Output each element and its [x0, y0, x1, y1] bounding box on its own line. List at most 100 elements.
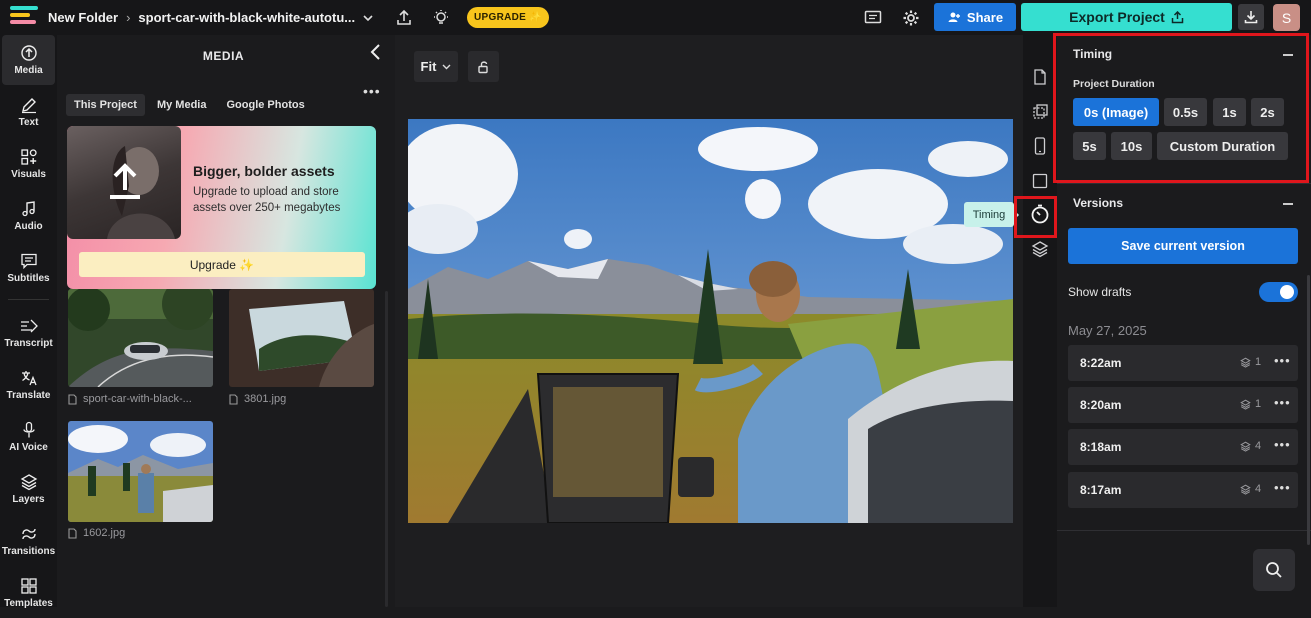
page-icon[interactable]: [1030, 67, 1050, 87]
avatar[interactable]: S: [1273, 4, 1300, 31]
version-more-icon[interactable]: •••: [1274, 395, 1291, 410]
breadcrumb: New Folder › sport-car-with-black-white-…: [48, 10, 373, 25]
right-icon-strip: [1023, 35, 1057, 607]
unlock-button[interactable]: [468, 51, 499, 82]
phone-icon[interactable]: [1030, 136, 1050, 156]
chevron-right-icon: ›: [126, 10, 131, 25]
nav-item-visuals[interactable]: Visuals: [0, 139, 57, 189]
show-drafts-label: Show drafts: [1068, 285, 1132, 299]
nav-item-audio[interactable]: Audio: [0, 191, 57, 241]
promo-image: [67, 126, 181, 239]
highlight-timing-section: [1053, 33, 1309, 183]
download-button[interactable]: [1238, 4, 1264, 30]
layers-icon[interactable]: [1030, 239, 1050, 259]
version-more-icon[interactable]: •••: [1274, 480, 1291, 495]
share-button[interactable]: Share: [934, 3, 1016, 31]
upload-arrow-icon: [110, 163, 140, 199]
logo-icon[interactable]: [10, 6, 38, 28]
collapse-versions-icon[interactable]: [1283, 203, 1293, 205]
chevron-left-icon[interactable]: [368, 43, 384, 61]
media-file-label: 1602.jpg: [68, 527, 125, 539]
gear-icon[interactable]: [900, 7, 922, 29]
nav-label-transitions: Transitions: [1, 546, 56, 557]
search-icon: [1266, 562, 1282, 578]
nav-item-text[interactable]: Text: [0, 87, 57, 137]
version-date: May 27, 2025: [1068, 323, 1147, 338]
search-button[interactable]: [1253, 549, 1295, 591]
file-icon: [68, 393, 77, 405]
download-icon: [1244, 11, 1258, 24]
version-row[interactable]: 8:20am 1 •••: [1068, 387, 1298, 423]
version-time: 8:22am: [1080, 356, 1122, 370]
file-icon: [68, 527, 77, 539]
nav-label-ai-voice: AI Voice: [9, 442, 48, 453]
breadcrumb-folder[interactable]: New Folder: [48, 10, 118, 25]
layers-icon: [1240, 399, 1251, 410]
canvas-image[interactable]: [408, 119, 1013, 523]
chevron-down-icon[interactable]: [363, 14, 373, 22]
versions-title: Versions: [1073, 196, 1124, 210]
media-scrollbar[interactable]: [385, 291, 388, 607]
comment-icon[interactable]: [862, 7, 884, 29]
version-row[interactable]: 8:18am 4 •••: [1068, 429, 1298, 465]
share-label: Share: [966, 9, 1004, 25]
tab-this-project[interactable]: This Project: [66, 94, 145, 116]
layers-icon: [1240, 484, 1251, 495]
media-thumb-3801[interactable]: [229, 289, 374, 387]
upgrade-promo-card: Bigger, bolder assets Upgrade to upload …: [67, 126, 376, 289]
canvas-area: Fit: [395, 35, 1023, 607]
tab-google-photos[interactable]: Google Photos: [218, 94, 312, 116]
bulb-icon[interactable]: [430, 7, 452, 29]
media-panel: MEDIA ••• This Project My Media Google P…: [57, 35, 390, 607]
nav-item-subtitles[interactable]: Subtitles: [0, 243, 57, 293]
nav-label-layers: Layers: [12, 494, 45, 505]
panel-scrollbar[interactable]: [1307, 275, 1310, 545]
media-thumb-car[interactable]: [68, 289, 213, 387]
tab-my-media[interactable]: My Media: [149, 94, 215, 116]
show-drafts-toggle[interactable]: [1259, 282, 1298, 302]
export-project-button[interactable]: Export Project: [1021, 3, 1232, 31]
nav-item-templates[interactable]: Templates: [0, 568, 57, 618]
export-label: Export Project: [1069, 9, 1165, 25]
upload-cloud-icon: [20, 45, 37, 61]
resize-icon[interactable]: [1030, 102, 1050, 122]
nav-item-translate[interactable]: Translate: [0, 360, 57, 410]
version-layer-count: 1: [1240, 356, 1261, 368]
panel-divider: [1057, 530, 1311, 531]
media-title: MEDIA: [202, 49, 245, 63]
version-layer-count: 4: [1240, 440, 1261, 452]
timing-tooltip: Timing: [964, 202, 1014, 227]
nav-item-transcript[interactable]: Transcript: [0, 308, 57, 358]
fit-zoom-dropdown[interactable]: Fit: [414, 51, 458, 82]
promo-upgrade-button[interactable]: Upgrade ✨: [79, 252, 365, 277]
highlight-timing-icon: [1014, 196, 1057, 238]
version-more-icon[interactable]: •••: [1274, 437, 1291, 452]
version-more-icon[interactable]: •••: [1274, 353, 1291, 368]
nav-item-ai-voice[interactable]: AI Voice: [0, 412, 57, 462]
project-name[interactable]: sport-car-with-black-white-autotu...: [138, 10, 355, 25]
more-options-icon[interactable]: •••: [363, 83, 381, 99]
nav-item-layers[interactable]: Layers: [0, 464, 57, 514]
nav-item-media[interactable]: Media: [2, 35, 55, 85]
version-row[interactable]: 8:22am 1 •••: [1068, 345, 1298, 381]
version-row[interactable]: 8:17am 4 •••: [1068, 472, 1298, 508]
background-icon[interactable]: [1030, 171, 1050, 191]
promo-heading: Bigger, bolder assets: [193, 163, 335, 179]
nav-label-text: Text: [18, 117, 39, 128]
nav-item-transitions[interactable]: Transitions: [0, 516, 57, 566]
upload-icon[interactable]: [393, 7, 415, 29]
top-bar: New Folder › sport-car-with-black-white-…: [0, 0, 1311, 35]
layers-icon: [1240, 441, 1251, 452]
version-layer-count: 4: [1240, 483, 1261, 495]
upgrade-button[interactable]: UPGRADE ✨: [467, 7, 549, 28]
subtitles-icon: [20, 253, 37, 270]
translate-icon: [21, 371, 37, 386]
promo-body: Upgrade to upload and store assets over …: [193, 186, 341, 214]
ai-voice-icon: [22, 421, 35, 438]
media-thumb-1602[interactable]: [68, 421, 213, 522]
media-file-label: sport-car-with-black-...: [68, 393, 218, 405]
save-version-button[interactable]: Save current version: [1068, 228, 1298, 264]
file-icon: [229, 393, 238, 405]
media-tabs: This Project My Media Google Photos: [66, 94, 313, 116]
nav-label-subtitles: Subtitles: [7, 273, 50, 284]
